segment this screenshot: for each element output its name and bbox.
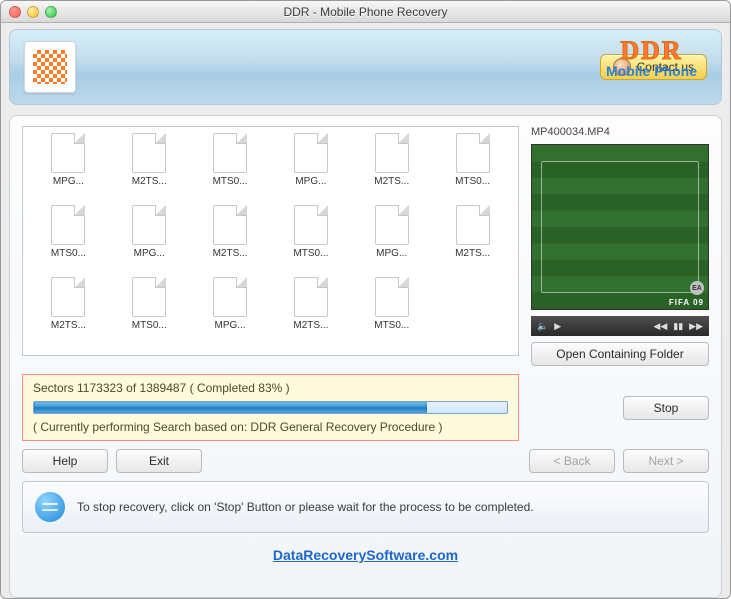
- progress-method-text: ( Currently performing Search based on: …: [33, 420, 508, 434]
- file-item[interactable]: MPG...: [191, 277, 270, 347]
- app-window: DDR - Mobile Phone Recovery Contact us D…: [0, 0, 731, 599]
- next-button[interactable]: Next >: [623, 449, 709, 473]
- file-item[interactable]: MPG...: [29, 133, 108, 203]
- file-label: MTS0...: [51, 248, 86, 259]
- app-logo: [24, 41, 76, 93]
- brand-block: DDR Mobile Phone: [606, 38, 697, 78]
- file-item[interactable]: M2TS...: [191, 205, 270, 275]
- file-label: MPG...: [53, 176, 84, 187]
- progress-sectors-text: Sectors 1173323 of 1389487 ( Completed 8…: [33, 381, 508, 395]
- file-item[interactable]: MTS0...: [433, 133, 512, 203]
- file-label: MPG...: [376, 248, 407, 259]
- help-button[interactable]: Help: [22, 449, 108, 473]
- video-controls: 🔈 ▶ ◀◀ ▮▮ ▶▶: [531, 316, 709, 336]
- ea-badge: EA: [690, 281, 704, 295]
- stop-button[interactable]: Stop: [623, 396, 709, 420]
- file-label: MTS0...: [455, 176, 490, 187]
- prev-icon[interactable]: ◀◀: [653, 321, 667, 332]
- file-label: M2TS...: [132, 176, 167, 187]
- exit-button[interactable]: Exit: [116, 449, 202, 473]
- hint-text: To stop recovery, click on 'Stop' Button…: [77, 500, 534, 514]
- file-icon: [132, 133, 166, 173]
- file-label: MPG...: [134, 248, 165, 259]
- file-icon: [51, 277, 85, 317]
- file-icon: [375, 277, 409, 317]
- file-icon: [375, 205, 409, 245]
- file-icon: [294, 277, 328, 317]
- file-label: M2TS...: [455, 248, 490, 259]
- file-label: MPG...: [215, 320, 246, 331]
- volume-icon[interactable]: 🔈: [537, 321, 548, 332]
- recovered-files-grid[interactable]: MPG... M2TS... MTS0... MPG... M2TS... MTS0...…: [22, 126, 519, 356]
- hint-panel: To stop recovery, click on 'Stop' Button…: [22, 481, 709, 533]
- file-label: MPG...: [295, 176, 326, 187]
- file-label: MTS0...: [374, 320, 409, 331]
- play-icon[interactable]: ▶: [554, 321, 561, 332]
- file-item[interactable]: M2TS...: [110, 133, 189, 203]
- preview-filename: MP400034.MP4: [531, 126, 709, 138]
- pause-icon[interactable]: ▮▮: [673, 321, 683, 332]
- file-item[interactable]: M2TS...: [272, 277, 351, 347]
- file-icon: [213, 277, 247, 317]
- video-thumbnail: [532, 145, 708, 309]
- window-title: DDR - Mobile Phone Recovery: [1, 5, 730, 19]
- titlebar: DDR - Mobile Phone Recovery: [1, 1, 730, 23]
- file-item[interactable]: M2TS...: [29, 277, 108, 347]
- file-icon: [51, 133, 85, 173]
- file-label: M2TS...: [51, 320, 86, 331]
- brand-subtitle: Mobile Phone: [606, 64, 697, 78]
- file-label: MTS0...: [132, 320, 167, 331]
- file-item[interactable]: M2TS...: [352, 133, 431, 203]
- file-item[interactable]: MTS0...: [352, 277, 431, 347]
- file-item[interactable]: MTS0...: [191, 133, 270, 203]
- back-button[interactable]: < Back: [529, 449, 615, 473]
- file-label: MTS0...: [213, 176, 248, 187]
- file-label: M2TS...: [293, 320, 328, 331]
- checker-icon: [33, 50, 67, 84]
- hint-icon: [35, 492, 65, 522]
- file-item[interactable]: MTS0...: [110, 277, 189, 347]
- file-icon: [375, 133, 409, 173]
- video-preview[interactable]: EA FIFA 09: [531, 144, 709, 310]
- header-banner: Contact us DDR Mobile Phone: [9, 29, 722, 105]
- file-icon: [294, 205, 328, 245]
- file-item[interactable]: MPG...: [110, 205, 189, 275]
- progress-fill: [34, 402, 427, 413]
- open-containing-folder-button[interactable]: Open Containing Folder: [531, 342, 709, 366]
- file-icon: [456, 205, 490, 245]
- footer-link[interactable]: DataRecoverySoftware.com: [22, 541, 709, 571]
- file-icon: [294, 133, 328, 173]
- file-icon: [132, 205, 166, 245]
- file-item[interactable]: MTS0...: [29, 205, 108, 275]
- file-icon: [456, 133, 490, 173]
- file-label: M2TS...: [374, 176, 409, 187]
- file-icon: [213, 133, 247, 173]
- file-item[interactable]: MPG...: [272, 133, 351, 203]
- file-label: MTS0...: [293, 248, 328, 259]
- file-icon: [51, 205, 85, 245]
- next-icon[interactable]: ▶▶: [689, 321, 703, 332]
- file-item[interactable]: MPG...: [352, 205, 431, 275]
- progress-bar: [33, 401, 508, 414]
- progress-panel: Sectors 1173323 of 1389487 ( Completed 8…: [22, 374, 519, 441]
- file-item[interactable]: M2TS...: [433, 205, 512, 275]
- fifa-watermark: FIFA 09: [669, 298, 704, 307]
- file-item[interactable]: MTS0...: [272, 205, 351, 275]
- file-icon: [132, 277, 166, 317]
- file-label: M2TS...: [213, 248, 248, 259]
- content-panel: MPG... M2TS... MTS0... MPG... M2TS... MTS0...…: [9, 115, 722, 598]
- preview-panel: MP400034.MP4 EA FIFA 09 🔈 ▶ ◀◀ ▮▮ ▶▶ Ope…: [531, 126, 709, 366]
- brand-title: DDR: [620, 38, 682, 64]
- file-icon: [213, 205, 247, 245]
